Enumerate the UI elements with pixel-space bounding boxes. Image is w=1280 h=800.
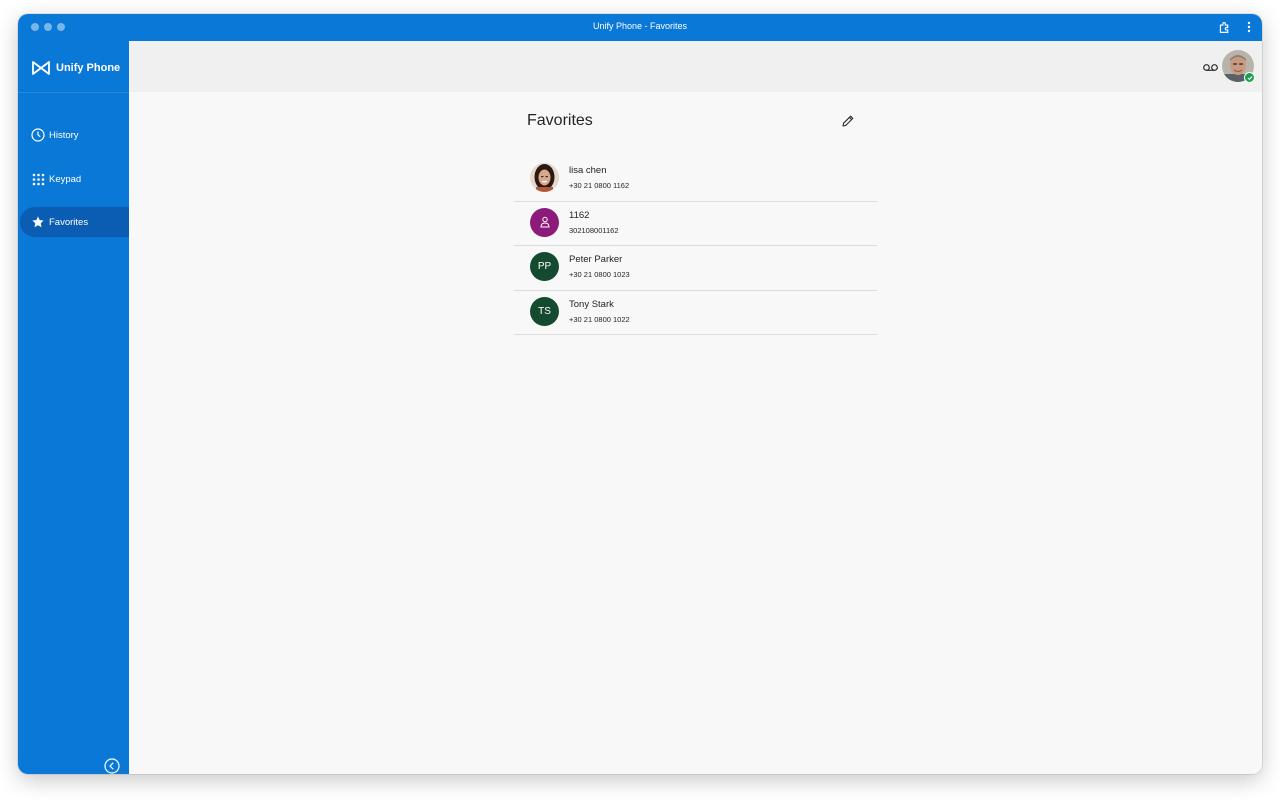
collapse-sidebar-button[interactable] <box>103 757 120 774</box>
sidebar-item-label: Favorites <box>49 216 89 228</box>
contact-initials-avatar: PP <box>530 252 559 281</box>
contact-number: +30 21 0800 1023 <box>569 270 630 279</box>
more-options-icon[interactable] <box>1241 19 1257 35</box>
favorite-item[interactable]: 1162 302108001162 <box>514 202 877 246</box>
brand: Unify Phone <box>31 58 120 78</box>
contact-number: +30 21 0800 1022 <box>569 314 630 324</box>
unify-logo-icon <box>32 61 50 75</box>
favorite-item[interactable]: PP Peter Parker +30 21 0800 1023 <box>514 246 877 291</box>
user-avatar[interactable] <box>1222 50 1255 83</box>
contact-name: lisa chen <box>569 165 607 176</box>
contact-number: +30 21 0800 1162 <box>569 181 630 190</box>
person-icon <box>539 216 550 228</box>
sidebar-divider <box>18 92 129 93</box>
contact-name: Peter Parker <box>569 254 623 265</box>
keypad-icon <box>31 172 45 186</box>
page-title: Favorites <box>527 112 593 129</box>
sidebar: Unify Phone History Keypad Favorites <box>18 41 129 774</box>
sidebar-item-label: History <box>49 129 79 141</box>
sidebar-item-label: Keypad <box>49 173 82 185</box>
extension-icon[interactable] <box>1216 19 1232 35</box>
edit-favorites-button[interactable] <box>840 113 856 129</box>
favorites-list: lisa chen +30 21 0800 1162 1162 30210800… <box>514 157 877 335</box>
top-header <box>129 41 1262 92</box>
presence-indicator <box>1244 72 1255 83</box>
contact-photo-icon <box>530 163 559 192</box>
contact-name: 1162 <box>569 209 590 221</box>
contact-avatar <box>530 207 559 237</box>
contact-avatar <box>530 163 559 192</box>
star-icon <box>31 215 45 229</box>
contact-initials-avatar: TS <box>530 296 559 326</box>
voicemail-button[interactable] <box>1202 59 1218 75</box>
pencil-icon <box>842 115 854 127</box>
main-content: Favorites lisa chen +30 21 0800 1162 116… <box>129 92 1262 774</box>
contact-number: 302108001162 <box>569 225 619 235</box>
sidebar-item-keypad[interactable]: Keypad <box>18 164 129 194</box>
favorite-item[interactable]: TS Tony Stark +30 21 0800 1022 <box>514 291 877 335</box>
chevron-left-circle-icon <box>103 757 120 774</box>
voicemail-icon <box>1202 63 1218 71</box>
window-title: Unify Phone - Favorites <box>592 21 688 31</box>
brand-name: Unify Phone <box>56 62 121 74</box>
title-bar: Unify Phone - Favorites <box>18 14 1262 41</box>
favorite-item[interactable]: lisa chen +30 21 0800 1162 <box>514 157 877 202</box>
sidebar-item-favorites[interactable]: Favorites <box>20 207 129 237</box>
contact-name: Tony Stark <box>569 298 614 310</box>
clock-icon <box>31 128 45 142</box>
sidebar-item-history[interactable]: History <box>18 120 129 150</box>
app-window: Unify Phone - Favorites Unify Phone Hist… <box>18 14 1262 774</box>
